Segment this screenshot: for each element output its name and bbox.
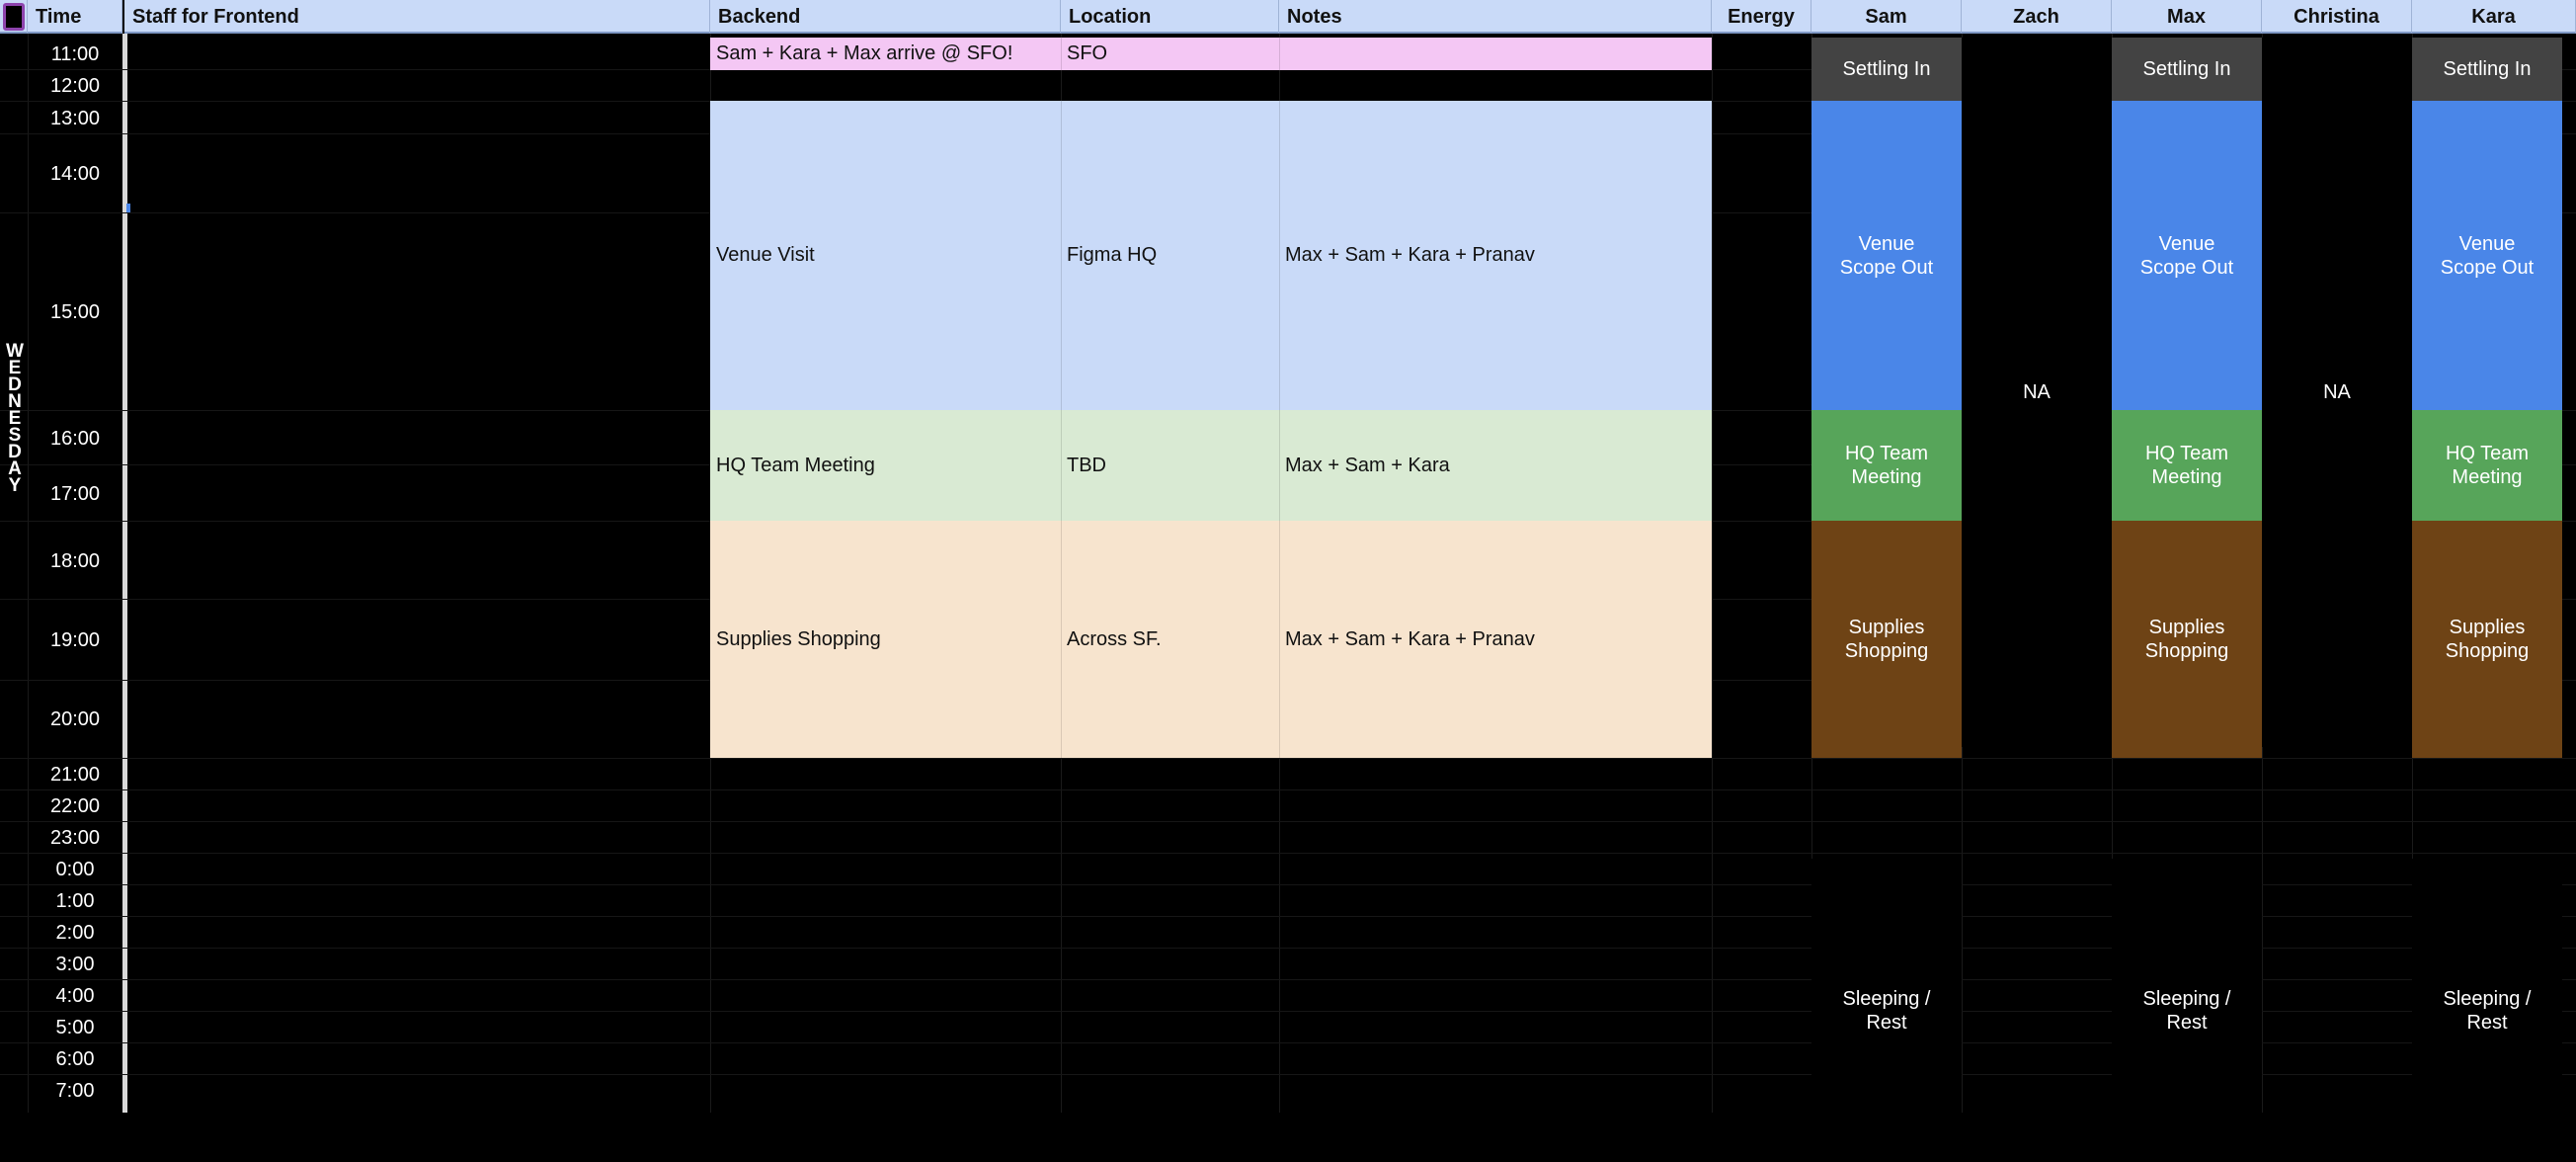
kara-venue-scope-out[interactable]: Venue Scope Out [2412,101,2562,410]
time-cell[interactable]: 11:00 [28,44,122,64]
time-cell[interactable]: 22:00 [28,796,122,816]
event-arrival-notes[interactable] [1279,38,1712,70]
column-header-sam[interactable]: Sam [1811,0,1962,34]
time-cell[interactable]: 14:00 [28,164,122,184]
time-cell[interactable]: 19:00 [28,630,122,650]
time-cell[interactable]: 17:00 [28,484,122,504]
max-settling-in[interactable]: Settling In [2112,38,2262,101]
column-header-christina[interactable]: Christina [2262,0,2412,34]
max-supplies-shopping[interactable]: Supplies Shopping [2112,521,2262,758]
event-venue-location[interactable]: Figma HQ [1061,101,1279,410]
time-cell[interactable]: 6:00 [28,1049,122,1069]
time-cell[interactable]: 16:00 [28,429,122,449]
kara-sleeping-rest[interactable]: Sleeping / Rest [2412,859,2562,1162]
event-meeting-backend[interactable]: HQ Team Meeting [710,410,1061,521]
time-cell[interactable]: 4:00 [28,986,122,1006]
max-sleeping-rest[interactable]: Sleeping / Rest [2112,859,2262,1162]
time-cell[interactable]: 23:00 [28,828,122,848]
column-header-backend[interactable]: Backend [710,0,1061,34]
row-header-corner[interactable] [0,0,28,34]
max-hq-team-meeting[interactable]: HQ Team Meeting [2112,410,2262,521]
time-cell[interactable]: 12:00 [28,76,122,96]
christina-na[interactable]: NA [2262,38,2412,747]
column-header-kara[interactable]: Kara [2412,0,2576,34]
column-header-max[interactable]: Max [2112,0,2262,34]
kara-supplies-shopping[interactable]: Supplies Shopping [2412,521,2562,758]
event-arrival-backend[interactable]: Sam + Kara + Max arrive @ SFO! [710,38,1061,70]
frozen-column-divider[interactable] [122,34,127,1113]
time-cell[interactable]: 20:00 [28,709,122,729]
sam-supplies-shopping[interactable]: Supplies Shopping [1811,521,1962,758]
time-cell[interactable]: 2:00 [28,923,122,943]
event-shopping-backend[interactable]: Supplies Shopping [710,521,1061,758]
event-venue-backend[interactable]: Venue Visit [710,101,1061,410]
sam-hq-team-meeting[interactable]: HQ Team Meeting [1811,410,1962,521]
sam-sleeping-rest[interactable]: Sleeping / Rest [1811,859,1962,1162]
event-shopping-location[interactable]: Across SF. [1061,521,1279,758]
kara-settling-in[interactable]: Settling In [2412,38,2562,101]
event-meeting-location[interactable]: TBD [1061,410,1279,521]
zach-na[interactable]: NA [1962,38,2112,747]
event-shopping-notes[interactable]: Max + Sam + Kara + Pranav [1279,521,1712,758]
time-cell[interactable]: 0:00 [28,860,122,879]
select-all-cell[interactable] [3,3,25,31]
event-venue-notes[interactable]: Max + Sam + Kara + Pranav [1279,101,1712,410]
column-header-staff-frontend[interactable]: Staff for Frontend [124,0,710,34]
day-letter: Y [8,475,22,496]
event-arrival-location[interactable]: SFO [1061,38,1279,70]
event-meeting-notes[interactable]: Max + Sam + Kara [1279,410,1712,521]
max-venue-scope-out[interactable]: Venue Scope Out [2112,101,2262,410]
kara-hq-team-meeting[interactable]: HQ Team Meeting [2412,410,2562,521]
time-cell[interactable]: 18:00 [28,551,122,571]
time-cell[interactable]: 15:00 [28,302,122,322]
column-header-time[interactable]: Time [28,0,122,34]
time-cell[interactable]: 1:00 [28,891,122,911]
time-cell[interactable]: 3:00 [28,954,122,974]
time-cell[interactable]: 7:00 [28,1081,122,1101]
time-cell[interactable]: 21:00 [28,765,122,785]
time-cell[interactable]: 13:00 [28,109,122,128]
column-header-notes[interactable]: Notes [1279,0,1712,34]
time-cell[interactable]: 5:00 [28,1018,122,1038]
sam-venue-scope-out[interactable]: Venue Scope Out [1811,101,1962,410]
column-header-location[interactable]: Location [1061,0,1279,34]
sam-settling-in[interactable]: Settling In [1811,38,1962,101]
column-header-energy[interactable]: Energy [1712,0,1811,34]
column-header-zach[interactable]: Zach [1962,0,2112,34]
schedule-grid: Time Staff for Frontend Backend Location… [0,0,2576,1162]
